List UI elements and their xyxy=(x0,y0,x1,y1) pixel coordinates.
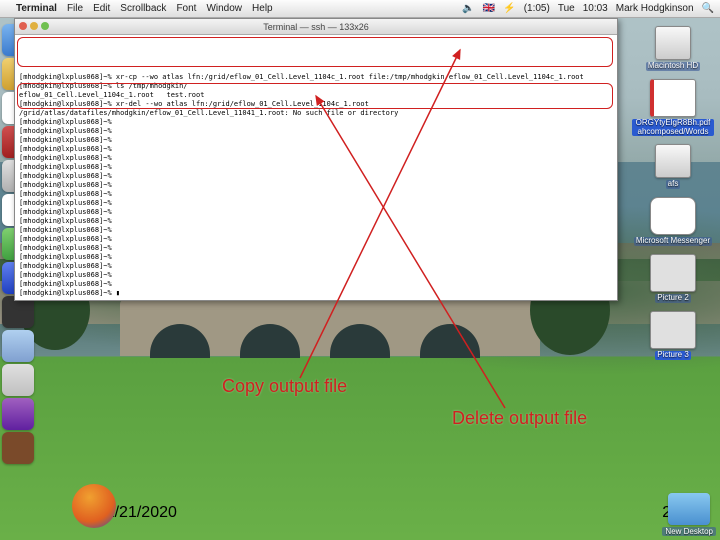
terminal-line: [mhodgkin@lxplus068]~% xyxy=(19,163,613,172)
menu-window[interactable]: Window xyxy=(206,3,242,14)
desktop-picture-icon[interactable]: Picture 2 xyxy=(632,254,714,303)
terminal-line: [mhodgkin@lxplus068]~% xyxy=(19,118,613,127)
clock-day[interactable]: Tue xyxy=(558,3,575,14)
desktop-icon-label: afs xyxy=(666,180,681,189)
menu-file[interactable]: File xyxy=(67,3,83,14)
terminal-line: [mhodgkin@lxplus068]~% ▮ xyxy=(19,289,613,298)
desktop-icon-label: Microsoft Messenger xyxy=(634,237,712,246)
messenger-icon xyxy=(650,197,696,235)
terminal-line: [mhodgkin@lxplus068]~% xyxy=(19,271,613,280)
terminal-line: /grid/atlas/datafiles/mhodgkin/eflow_01_… xyxy=(19,109,613,118)
dock-app-icon[interactable] xyxy=(2,364,34,396)
zoom-icon[interactable] xyxy=(41,22,49,30)
desktop-icon-label: ORGYtyElgR8Bh.pdf ahcomposed/Words xyxy=(632,119,714,137)
terminal-line: [mhodgkin@lxplus068]~% xyxy=(19,145,613,154)
image-icon xyxy=(650,254,696,292)
dock-trash-icon[interactable] xyxy=(2,432,34,464)
dock-app-icon[interactable] xyxy=(2,398,34,430)
pdf-icon xyxy=(650,79,696,117)
terminal-line: [mhodgkin@lxplus068]~% xr-cp --wo atlas … xyxy=(19,73,613,82)
new-desktop-button[interactable]: New Desktop xyxy=(662,493,716,536)
window-title: Terminal — ssh — 133x26 xyxy=(263,22,369,32)
terminal-line: [mhodgkin@lxplus068]~% xyxy=(19,226,613,235)
battery-icon[interactable]: ⚡ xyxy=(503,3,515,14)
terminal-line: [mhodgkin@lxplus068]~% xyxy=(19,280,613,289)
terminal-line: [mhodgkin@lxplus068]~% xyxy=(19,253,613,262)
menu-scrollback[interactable]: Scrollback xyxy=(120,3,166,14)
menu-edit[interactable]: Edit xyxy=(93,3,110,14)
minimize-icon[interactable] xyxy=(30,22,38,30)
desktop-pdf-icon[interactable]: ORGYtyElgR8Bh.pdf ahcomposed/Words xyxy=(632,79,714,137)
window-titlebar[interactable]: Terminal — ssh — 133x26 xyxy=(15,19,617,35)
menu-font[interactable]: Font xyxy=(176,3,196,14)
wallpaper-bridge xyxy=(120,300,540,356)
terminal-line: [mhodgkin@lxplus068]~% xyxy=(19,235,613,244)
terminal-line: [mhodgkin@lxplus068]~% xr-del --wo atlas… xyxy=(19,100,613,109)
terminal-line: [mhodgkin@lxplus068]~% xyxy=(19,199,613,208)
terminal-line: [mhodgkin@lxplus068]~% xyxy=(19,136,613,145)
desktop-icon-label: Picture 3 xyxy=(655,351,691,360)
annotation-label-copy: Copy output file xyxy=(222,376,347,397)
desktop-volume-icon[interactable]: afs xyxy=(632,144,714,189)
app-menu[interactable]: Terminal xyxy=(16,3,57,14)
volume-icon xyxy=(655,144,691,178)
desktop-msn-icon[interactable]: Microsoft Messenger xyxy=(632,197,714,246)
desktop-icons: Macintosh HD ORGYtyElgR8Bh.pdf ahcompose… xyxy=(632,26,714,360)
image-icon xyxy=(650,311,696,349)
desktop-icon-label: Macintosh HD xyxy=(646,62,700,71)
user-menu[interactable]: Mark Hodgkinson xyxy=(616,3,694,14)
volume-icon[interactable]: 🔈 xyxy=(462,3,474,14)
close-icon[interactable] xyxy=(19,22,27,30)
terminal-line: [mhodgkin@lxplus068]~% xyxy=(19,262,613,271)
new-desktop-label: New Desktop xyxy=(662,527,716,536)
terminal-line: [mhodgkin@lxplus068]~% xyxy=(19,154,613,163)
terminal-line: [mhodgkin@lxplus068]~% xyxy=(19,127,613,136)
terminal-line: [mhodgkin@lxplus068]~% xyxy=(19,190,613,199)
desktop-icon-label: Picture 2 xyxy=(655,294,691,303)
new-desktop-icon xyxy=(668,493,710,525)
dock-app-icon[interactable] xyxy=(2,330,34,362)
menu-help[interactable]: Help xyxy=(252,3,273,14)
terminal-line: [mhodgkin@lxplus068]~% xyxy=(19,181,613,190)
input-flag-icon[interactable]: 🇬🇧 xyxy=(483,3,495,14)
terminal-line: [mhodgkin@lxplus068]~% xyxy=(19,172,613,181)
terminal-line: [mhodgkin@lxplus068]~% xyxy=(19,208,613,217)
hd-icon xyxy=(655,26,691,60)
terminal-line: [mhodgkin@lxplus068]~% ls /tmp/mhodgkin/ xyxy=(19,82,613,91)
firefox-icon[interactable] xyxy=(72,484,116,528)
terminal-content[interactable]: [mhodgkin@lxplus068]~% xr-cp --wo atlas … xyxy=(15,35,617,300)
battery-label: (1:05) xyxy=(524,3,550,14)
desktop-picture-icon[interactable]: Picture 3 xyxy=(632,311,714,360)
terminal-line: [mhodgkin@lxplus068]~% xyxy=(19,244,613,253)
annotation-box xyxy=(17,37,613,67)
clock-time[interactable]: 10:03 xyxy=(583,3,608,14)
menu-bar[interactable]: Terminal File Edit Scrollback Font Windo… xyxy=(0,0,720,18)
terminal-line: eflow_01_Cell.Level_1104c_1.root test.ro… xyxy=(19,91,613,100)
annotation-label-delete: Delete output file xyxy=(452,408,587,429)
terminal-window[interactable]: Terminal — ssh — 133x26 [mhodgkin@lxplus… xyxy=(14,18,618,301)
desktop-hd-icon[interactable]: Macintosh HD xyxy=(632,26,714,71)
terminal-line: [mhodgkin@lxplus068]~% xyxy=(19,217,613,226)
spotlight-icon[interactable]: 🔍 xyxy=(702,3,714,14)
